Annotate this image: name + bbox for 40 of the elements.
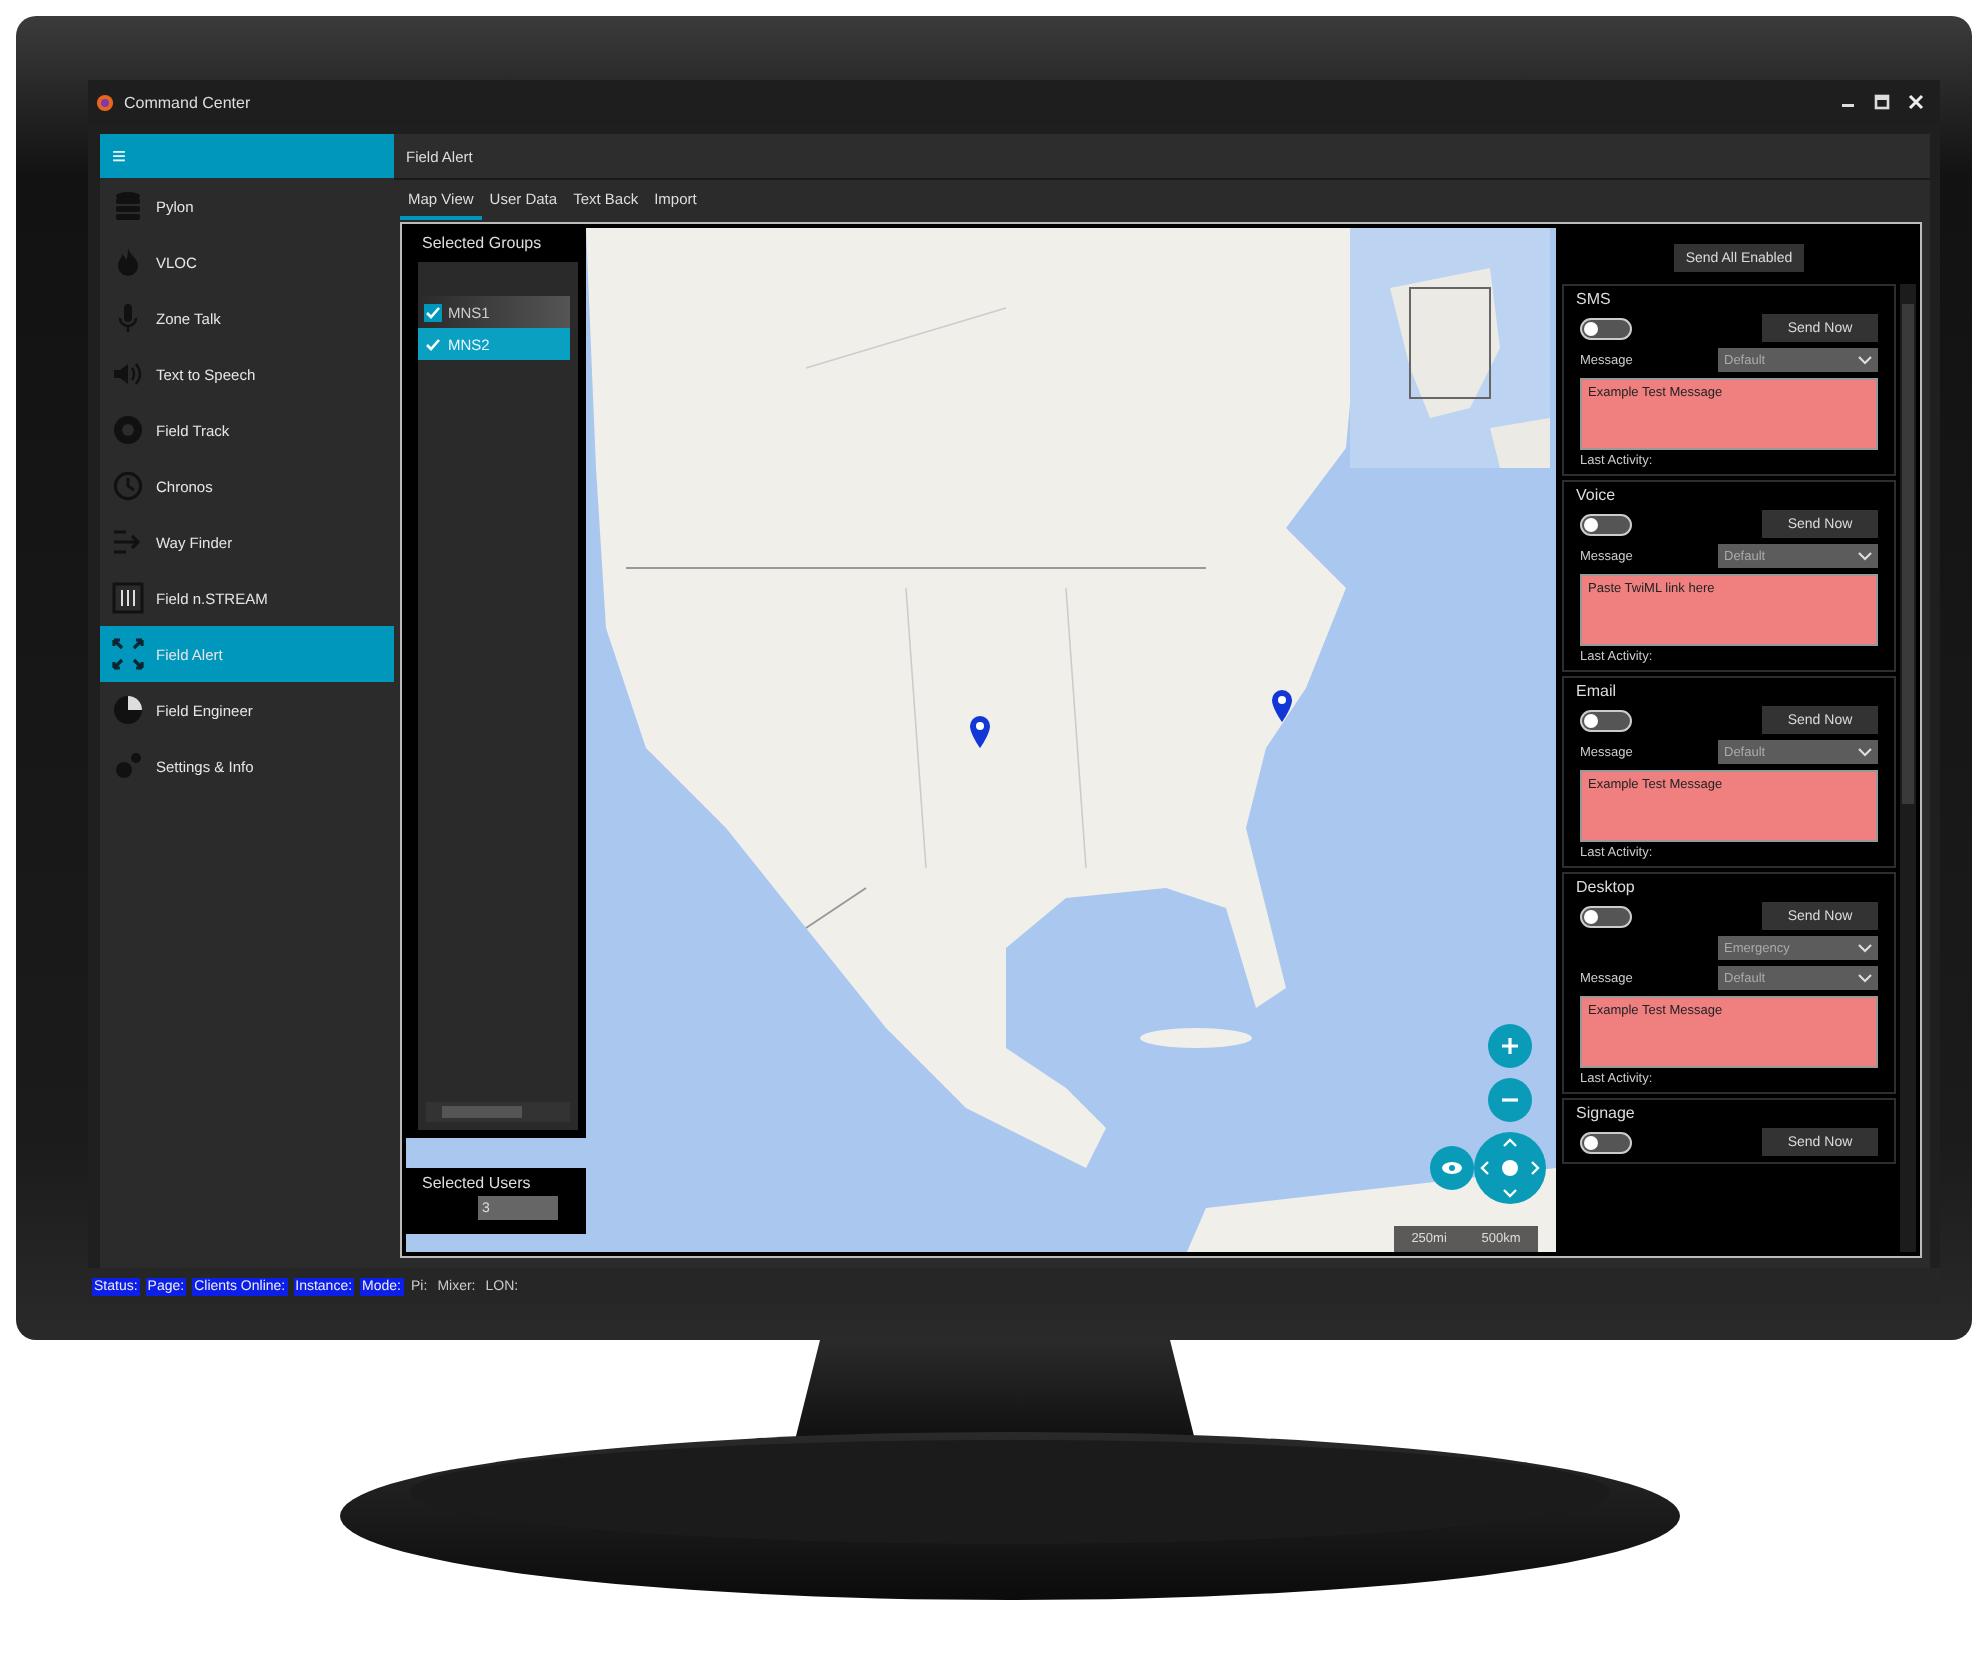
toggle-switch[interactable] (1580, 905, 1632, 927)
sun-icon (112, 414, 144, 446)
pie-icon (112, 694, 144, 726)
maximize-icon[interactable] (1874, 94, 1890, 110)
chevron-down-icon (1858, 747, 1872, 757)
panel-title: Selected Users (420, 1172, 533, 1196)
chevron-down-icon (1858, 943, 1872, 953)
arrow-lines-icon (112, 526, 144, 558)
gears-icon (112, 750, 144, 782)
channel-title: Signage (1576, 1104, 1637, 1122)
toggle-switch[interactable] (1580, 709, 1632, 731)
speaker-icon (112, 358, 144, 390)
checkbox-icon[interactable] (424, 303, 442, 321)
toggle-switch[interactable] (1580, 317, 1632, 339)
channel-title: Voice (1576, 486, 1618, 504)
panel-title: Selected Groups (420, 232, 544, 256)
horizontal-scrollbar[interactable] (426, 1102, 570, 1122)
checkbox-icon[interactable] (424, 335, 442, 353)
equalizer-icon (112, 582, 144, 614)
expand-arrows-icon (112, 638, 144, 670)
clock-icon (112, 470, 144, 502)
toggle-switch[interactable] (1580, 513, 1632, 535)
flame-icon (112, 246, 144, 278)
close-icon[interactable] (1908, 94, 1924, 110)
toggle-switch[interactable] (1580, 1131, 1632, 1153)
chevron-down-icon (1858, 355, 1872, 365)
vertical-scrollbar[interactable] (1900, 284, 1916, 1252)
eye-icon[interactable] (1430, 1146, 1474, 1190)
channel-title: Email (1576, 682, 1619, 700)
window-title: Command Center (124, 93, 251, 111)
app-logo-icon (96, 93, 114, 111)
chevron-down-icon (1858, 973, 1872, 983)
zoom-in-icon[interactable] (1488, 1024, 1532, 1068)
channel-title: SMS (1576, 290, 1613, 308)
map-pin-icon[interactable] (1272, 690, 1292, 722)
channel-title: Desktop (1576, 878, 1637, 896)
chevron-down-icon (1858, 551, 1872, 561)
pan-control-icon[interactable] (1474, 1132, 1546, 1204)
map-pin-icon[interactable] (970, 716, 990, 748)
database-icon (112, 190, 144, 222)
